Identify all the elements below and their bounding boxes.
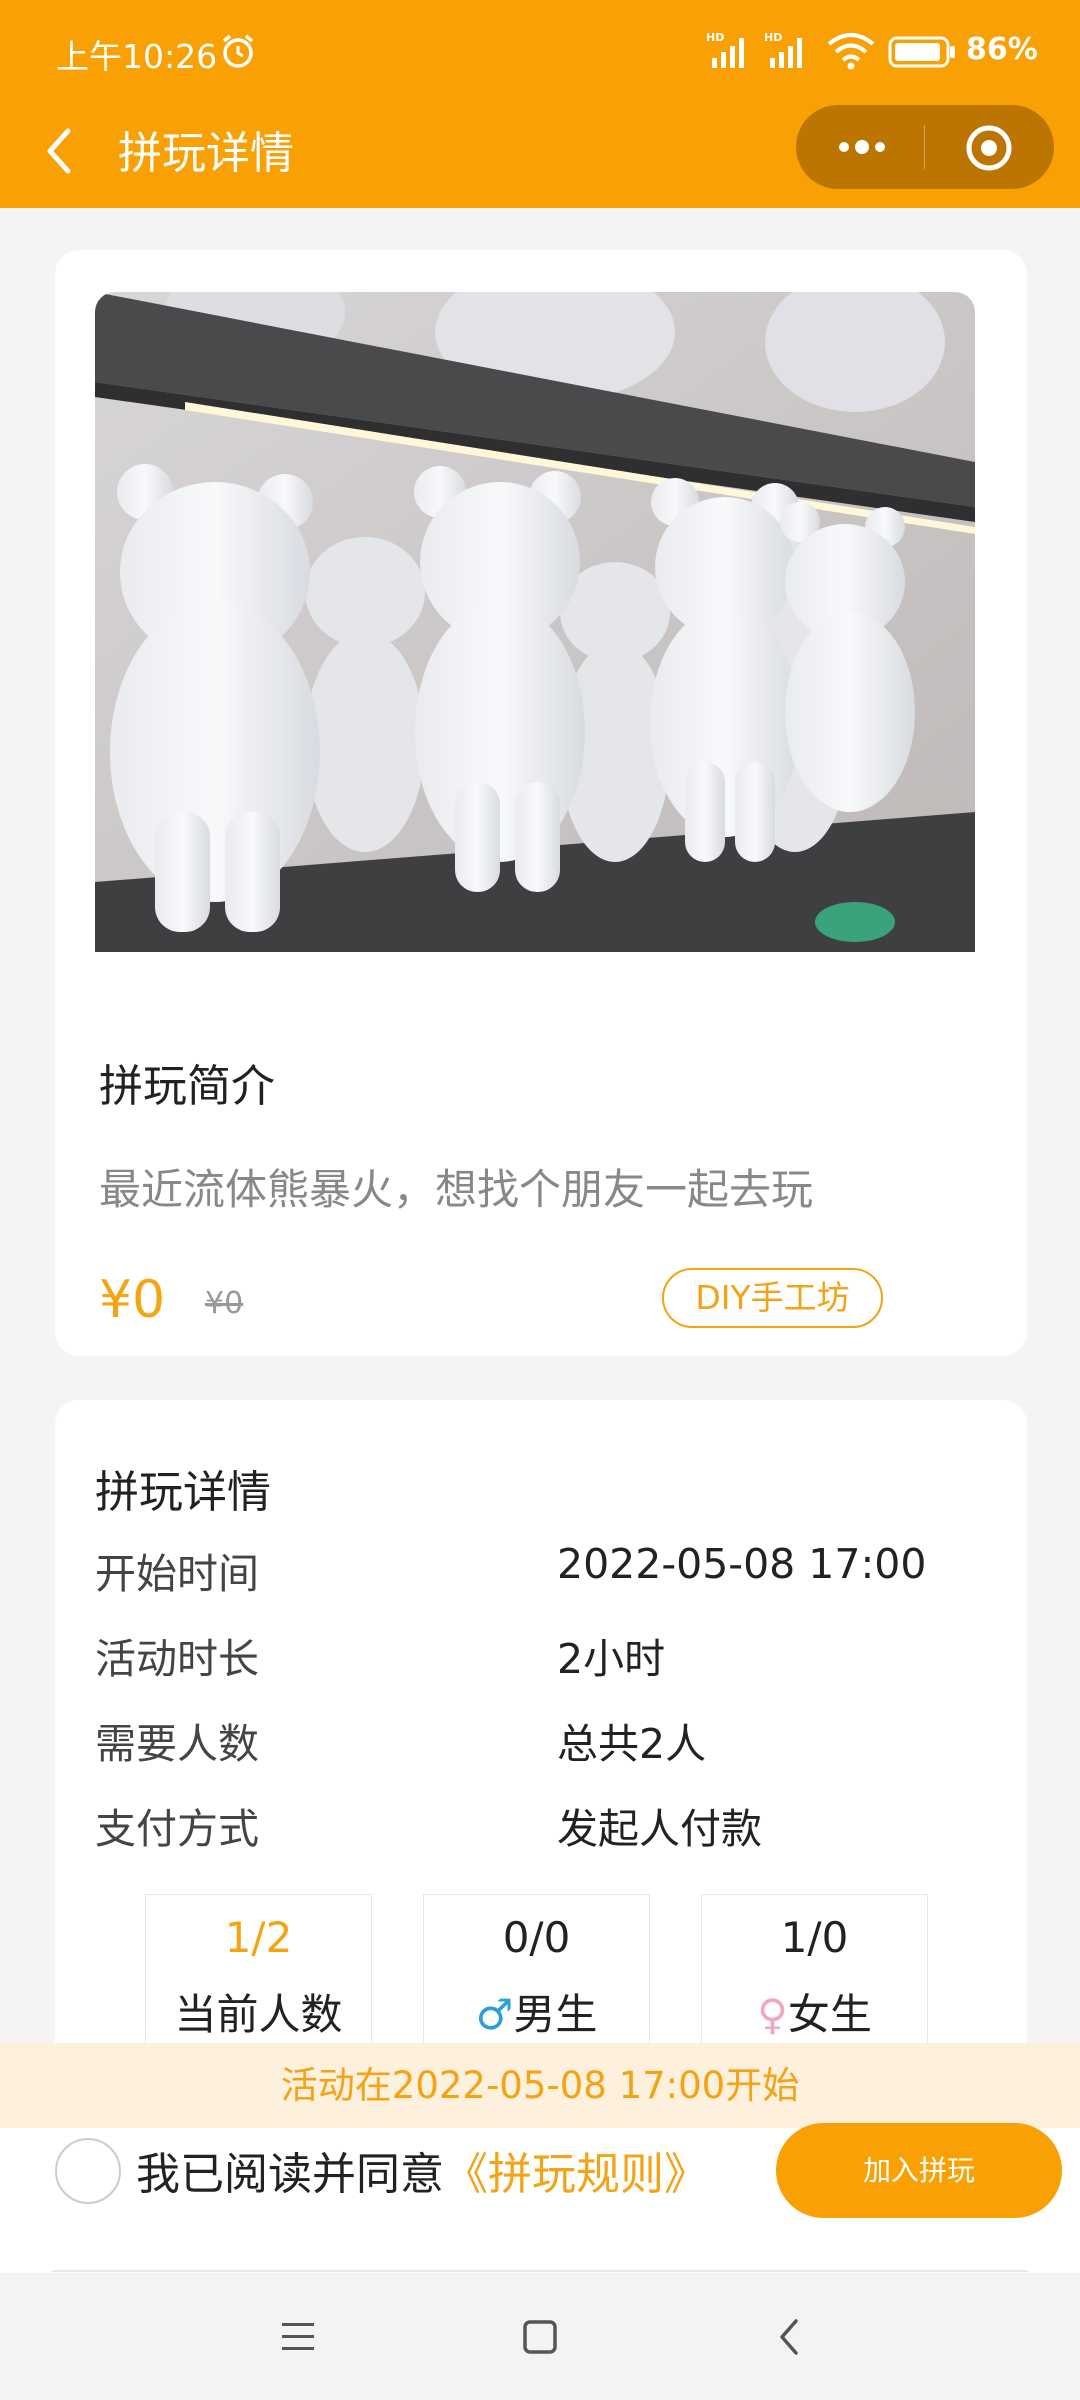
battery-percent: 86% [966,32,1038,67]
detail-value: 发起人付款 [557,1805,762,1853]
stat-label: 女生 [787,1990,872,2039]
home-icon[interactable] [520,2317,560,2357]
detail-label: 开始时间 [95,1550,259,1598]
price: ¥0 [99,1270,166,1330]
back-icon[interactable] [772,2315,808,2359]
activity-card: 拼玩简介 最近流体熊暴火，想找个朋友一起去玩 ¥0 ¥0 DIY手工坊 [55,250,1027,1356]
start-notice-bar: 活动在2022-05-08 17:00开始 [0,2043,1080,2128]
male-icon: ♂ [475,1990,514,2039]
detail-label: 活动时长 [95,1635,259,1683]
svg-text:HD: HD [764,31,782,44]
status-bar: 上午10:26 HD HD 86% [0,0,1080,105]
detail-label: 支付方式 [95,1805,259,1853]
detail-label: 需要人数 [95,1720,259,1768]
details-card: 拼玩详情 开始时间 2022-05-08 17:00 活动时长 2小时 需要人数… [55,1400,1027,2100]
detail-row-duration: 活动时长 2小时 [95,1625,975,1685]
rules-link[interactable]: 《拼玩规则》 [444,2149,708,2200]
category-tag[interactable]: DIY手工坊 [662,1268,883,1328]
activity-cover-image[interactable] [95,292,975,952]
close-mini-program-icon[interactable] [964,123,1014,173]
status-time: 上午10:26 [56,37,218,76]
system-nav-bar [0,2273,1080,2400]
detail-row-payment: 支付方式 发起人付款 [95,1795,975,1855]
intro-title: 拼玩简介 [99,1061,275,1112]
detail-row-start-time: 开始时间 2022-05-08 17:00 [95,1540,975,1600]
capsule-divider [924,125,925,169]
stat-current-count: 1/2 当前人数 [145,1894,372,2054]
agree-statement: 我已阅读并同意《拼玩规则》 [136,2138,708,2202]
stat-label: 男生 [513,1990,598,2039]
alarm-icon [222,34,254,68]
signal-hd-icon: HD [706,31,744,68]
top-bar: 上午10:26 HD HD 86% 拼玩详情 [0,0,1080,208]
stat-label-wrap: ♀女生 [702,1981,927,2042]
intro-text: 最近流体熊暴火，想找个朋友一起去玩 [99,1165,814,1214]
more-dots-icon[interactable] [832,127,892,167]
agree-label: 我已阅读并同意 [136,2149,444,2200]
original-price: ¥0 [205,1286,244,1321]
wifi-icon [827,33,875,70]
agree-checkbox[interactable] [55,2138,121,2204]
page-title: 拼玩详情 [118,128,294,179]
signal-hd-icon-2: HD [764,31,802,68]
stat-label: 当前人数 [174,1990,343,2039]
stat-male: 0/0 ♂男生 [423,1894,650,2054]
stat-value: 1/2 [224,1913,293,1962]
svg-text:HD: HD [706,31,724,44]
detail-value: 2022-05-08 17:00 [557,1540,927,1588]
join-button[interactable]: 加入拼玩 [776,2123,1062,2218]
mini-program-capsule [796,105,1054,189]
stat-label-wrap: ♂男生 [424,1981,649,2042]
divider [52,2270,1028,2272]
battery-icon [888,36,955,68]
stat-female: 1/0 ♀女生 [701,1894,928,2054]
bottom-action-bar: 我已阅读并同意《拼玩规则》 加入拼玩 [0,2123,1080,2273]
detail-value: 总共2人 [557,1720,707,1768]
detail-row-people: 需要人数 总共2人 [95,1710,975,1770]
details-title: 拼玩详情 [95,1467,271,1518]
detail-value: 2小时 [557,1635,666,1683]
stat-value: 0/0 [502,1913,571,1962]
menu-icon[interactable] [278,2319,318,2355]
stat-value: 1/0 [780,1913,849,1962]
female-icon: ♀ [757,1990,788,2039]
back-arrow-icon[interactable] [40,123,80,179]
nav-bar: 拼玩详情 [0,105,1080,208]
